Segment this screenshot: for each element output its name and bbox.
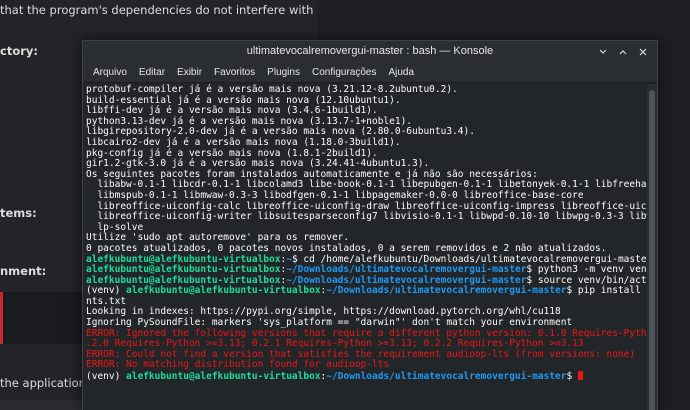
- terminal-prompt-line: (venv) alefkubuntu@alefkubuntu-virtualbo…: [86, 371, 646, 382]
- prompt-symbol: $: [566, 285, 578, 297]
- menu-exibir[interactable]: Exibir: [171, 65, 208, 80]
- menubar: Arquivo Editar Exibir Favoritos Plugins …: [83, 63, 657, 83]
- konsole-window: ultimatevocalremovergui-master : bash — …: [82, 40, 658, 410]
- venv-indicator: (venv): [86, 371, 127, 383]
- minimize-button[interactable]: [595, 44, 611, 60]
- prompt-user: alefkubuntu@alefkubuntu-virtualbox: [86, 253, 281, 265]
- terminal-output-line: protobuf-compiler já é a versão mais nov…: [86, 84, 458, 95]
- minimize-icon: [599, 49, 607, 54]
- terminal-output-line: libcairo2-dev já é a versão mais nova (1…: [86, 136, 401, 148]
- article-text: the application:: [0, 376, 90, 390]
- prompt-path: ~/Downloads/ultimatevocalremovergui-mast…: [286, 274, 527, 286]
- prompt-path: ~/Downloads/ultimatevocalremovergui-mast…: [326, 371, 567, 383]
- terminal-output[interactable]: protobuf-compiler já é a versão mais nov…: [83, 84, 649, 410]
- menu-ajuda[interactable]: Ajuda: [382, 65, 420, 80]
- window-title: ultimatevocalremovergui-master : bash — …: [246, 45, 494, 57]
- command-text: cd /home/alefkubuntu/Downloads/ultimatev…: [303, 253, 649, 265]
- article-heading: ctory:: [0, 44, 38, 58]
- prompt-user: alefkubuntu@alefkubuntu-virtualbox: [126, 285, 321, 297]
- window-titlebar[interactable]: ultimatevocalremovergui-master : bash — …: [83, 41, 657, 63]
- menu-configuracoes[interactable]: Configurações: [306, 65, 382, 80]
- menu-arquivo[interactable]: Arquivo: [87, 65, 133, 80]
- venv-indicator: (venv): [86, 285, 127, 297]
- prompt-user: alefkubuntu@alefkubuntu-virtualbox: [86, 264, 281, 276]
- prompt-user: alefkubuntu@alefkubuntu-virtualbox: [126, 371, 321, 383]
- article-heading: tems:: [0, 206, 37, 220]
- menu-editar[interactable]: Editar: [133, 65, 171, 80]
- scrollbar-thumb[interactable]: [649, 90, 655, 410]
- prompt-user: alefkubuntu@alefkubuntu-virtualbox: [86, 274, 281, 286]
- prompt-symbol: $: [526, 264, 538, 276]
- maximize-button[interactable]: [615, 44, 631, 60]
- menu-plugins[interactable]: Plugins: [261, 65, 306, 80]
- close-button[interactable]: [635, 44, 651, 60]
- terminal-output-line: libreoffice-uiconfig-writer libsuitespar…: [86, 211, 649, 223]
- terminal-output-line: libmspub-0.1-1 libmwaw-0.3-3 libodfgen-0…: [86, 189, 584, 201]
- terminal-prompt-line: (venv) alefkubuntu@alefkubuntu-virtualbo…: [86, 285, 649, 297]
- prompt-symbol: $: [291, 253, 304, 265]
- command-text: pip install -r requireme: [577, 285, 649, 297]
- prompt-path: ~/Downloads/ultimatevocalremovergui-mast…: [286, 264, 527, 276]
- article-heading: nment:: [0, 264, 47, 278]
- maximize-icon: [619, 50, 627, 55]
- terminal-cursor: [577, 371, 583, 381]
- article-text: that the program's dependencies do not i…: [0, 3, 314, 17]
- terminal-scrollbar[interactable]: [647, 84, 657, 410]
- prompt-symbol: $: [526, 274, 538, 286]
- prompt-path: ~/Downloads/ultimatevocalremovergui-mast…: [326, 285, 567, 297]
- command-text: source venv/bin/activate: [537, 274, 649, 286]
- close-icon: [639, 48, 647, 56]
- menu-favoritos[interactable]: Favoritos: [208, 65, 261, 80]
- prompt-symbol: $: [566, 371, 578, 383]
- terminal-error-line: ERROR: No matching distribution found fo…: [86, 359, 390, 371]
- command-text: python3 -m venv venv: [537, 264, 649, 276]
- code-block: [0, 292, 82, 344]
